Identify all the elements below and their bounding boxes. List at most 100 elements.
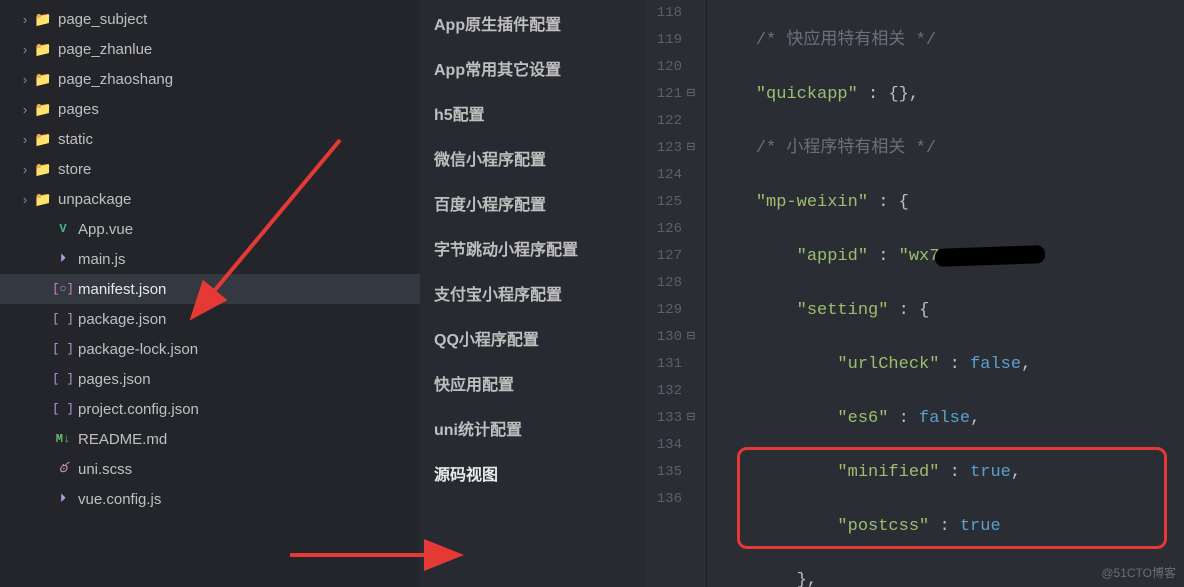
vue-icon: V bbox=[52, 222, 74, 236]
file-tree-item[interactable]: ›📁unpackage bbox=[0, 184, 420, 214]
file-tree-item[interactable]: ›📁pages bbox=[0, 94, 420, 124]
fold-icon[interactable]: ⊟ bbox=[686, 81, 696, 108]
folder-icon: 📁 bbox=[32, 71, 54, 88]
line-number: 130⊟ bbox=[646, 324, 696, 351]
chevron-right-icon: › bbox=[18, 132, 32, 147]
line-number: 129 bbox=[646, 297, 696, 324]
config-section-item[interactable]: QQ小程序配置 bbox=[420, 315, 646, 360]
line-number: 119 bbox=[646, 27, 696, 54]
json-key: "appid" bbox=[797, 247, 868, 266]
line-number: 124 bbox=[646, 162, 696, 189]
line-number: 126 bbox=[646, 216, 696, 243]
file-tree-item[interactable]: ›📁page_zhanlue bbox=[0, 34, 420, 64]
line-number: 120 bbox=[646, 54, 696, 81]
file-label: uni.scss bbox=[78, 461, 132, 478]
json-key: "mp-weixin" bbox=[756, 193, 868, 212]
file-tree-item[interactable]: ⏵main.js bbox=[0, 244, 420, 274]
folder-icon: 📁 bbox=[32, 41, 54, 58]
fold-icon[interactable]: ⊟ bbox=[686, 324, 696, 351]
file-tree-item[interactable]: V App.vue bbox=[0, 214, 420, 244]
watermark: @51CTO博客 bbox=[1101, 564, 1176, 581]
config-section-item[interactable]: 快应用配置 bbox=[420, 360, 646, 405]
file-tree-item[interactable]: ›📁page_zhaoshang bbox=[0, 64, 420, 94]
file-label: project.config.json bbox=[78, 401, 199, 418]
file-label: pages.json bbox=[78, 371, 151, 388]
json-key: "setting" bbox=[797, 301, 889, 320]
line-number: 134 bbox=[646, 432, 696, 459]
file-label: package-lock.json bbox=[78, 341, 198, 358]
file-label: App.vue bbox=[78, 221, 133, 238]
config-section-item[interactable]: App原生插件配置 bbox=[420, 0, 646, 45]
file-tree-item[interactable]: [ ] package.json bbox=[0, 304, 420, 334]
line-number: 136 bbox=[646, 486, 696, 513]
file-tree-item[interactable]: ఠuni.scss bbox=[0, 454, 420, 484]
line-number: 132 bbox=[646, 378, 696, 405]
code-editor[interactable]: /* 快应用特有相关 */ "quickapp" : {}, /* 小程序特有相… bbox=[706, 0, 1184, 587]
config-section-item[interactable]: 源码视图 bbox=[420, 450, 646, 495]
redacted-appid bbox=[935, 245, 1046, 267]
file-label: main.js bbox=[78, 251, 126, 268]
file-tree-item[interactable]: [○] manifest.json bbox=[0, 274, 420, 304]
chevron-right-icon: › bbox=[18, 162, 32, 177]
file-label: pages bbox=[58, 101, 99, 118]
file-tree-item[interactable]: ›📁page_subject bbox=[0, 4, 420, 34]
file-label: static bbox=[58, 131, 93, 148]
folder-icon: 📁 bbox=[32, 11, 54, 28]
fold-icon[interactable]: ⊟ bbox=[686, 135, 696, 162]
line-number: 131 bbox=[646, 351, 696, 378]
chevron-right-icon: › bbox=[18, 72, 32, 87]
config-section-item[interactable]: uni统计配置 bbox=[420, 405, 646, 450]
code-comment: /* bbox=[756, 31, 787, 50]
line-number: 122 bbox=[646, 108, 696, 135]
file-label: store bbox=[58, 161, 91, 178]
manifest-config-panel: App原生插件配置App常用其它设置h5配置微信小程序配置百度小程序配置字节跳动… bbox=[420, 0, 646, 587]
file-tree-item[interactable]: ›📁static bbox=[0, 124, 420, 154]
chevron-right-icon: › bbox=[18, 192, 32, 207]
md-icon: M↓ bbox=[52, 432, 74, 446]
manifest-icon: [○] bbox=[52, 282, 74, 296]
file-label: package.json bbox=[78, 311, 166, 328]
json-key: "minified" bbox=[837, 463, 939, 482]
scss-icon: ఠ bbox=[52, 459, 74, 479]
line-number: 123⊟ bbox=[646, 135, 696, 162]
file-tree-item[interactable]: [ ] package-lock.json bbox=[0, 334, 420, 364]
json-icon: [ ] bbox=[52, 342, 74, 356]
file-label: vue.config.js bbox=[78, 491, 161, 508]
json-icon: [ ] bbox=[52, 312, 74, 326]
file-label: manifest.json bbox=[78, 281, 166, 298]
line-number-gutter: 118119120121⊟122123⊟12412512612712812913… bbox=[646, 0, 706, 587]
file-explorer: ›📁page_subject›📁page_zhanlue›📁page_zhaos… bbox=[0, 0, 420, 587]
folder-icon: 📁 bbox=[32, 101, 54, 118]
fold-icon[interactable]: ⊟ bbox=[686, 405, 696, 432]
file-tree-item[interactable]: ⏵ vue.config.js bbox=[0, 484, 420, 514]
json-icon: [ ] bbox=[52, 372, 74, 386]
json-key: "urlCheck" bbox=[837, 355, 939, 374]
file-tree-item[interactable]: [ ] project.config.json bbox=[0, 394, 420, 424]
file-label: page_subject bbox=[58, 11, 147, 28]
line-number: 135 bbox=[646, 459, 696, 486]
folder-red-icon: 📁 bbox=[32, 191, 54, 208]
json-key: "es6" bbox=[837, 409, 888, 428]
config-section-item[interactable]: App常用其它设置 bbox=[420, 45, 646, 90]
config-section-item[interactable]: 支付宝小程序配置 bbox=[420, 270, 646, 315]
config-section-item[interactable]: 百度小程序配置 bbox=[420, 180, 646, 225]
folder-icon: 📁 bbox=[32, 131, 54, 148]
config-section-item[interactable]: 微信小程序配置 bbox=[420, 135, 646, 180]
line-number: 133⊟ bbox=[646, 405, 696, 432]
folder-icon: 📁 bbox=[32, 161, 54, 178]
json-icon: [ ] bbox=[52, 402, 74, 416]
chevron-right-icon: › bbox=[18, 102, 32, 117]
file-tree-item[interactable]: [ ] pages.json bbox=[0, 364, 420, 394]
js-icon: ⏵ bbox=[52, 492, 74, 506]
json-key: "quickapp" bbox=[756, 85, 858, 104]
code-comment: /* 小程序特有相关 */ bbox=[756, 139, 936, 158]
file-label: page_zhaoshang bbox=[58, 71, 173, 88]
line-number: 128 bbox=[646, 270, 696, 297]
line-number: 118 bbox=[646, 0, 696, 27]
file-tree-item[interactable]: ›📁store bbox=[0, 154, 420, 184]
file-tree-item[interactable]: M↓README.md bbox=[0, 424, 420, 454]
config-section-item[interactable]: 字节跳动小程序配置 bbox=[420, 225, 646, 270]
config-section-item[interactable]: h5配置 bbox=[420, 90, 646, 135]
line-number: 127 bbox=[646, 243, 696, 270]
line-number: 121⊟ bbox=[646, 81, 696, 108]
